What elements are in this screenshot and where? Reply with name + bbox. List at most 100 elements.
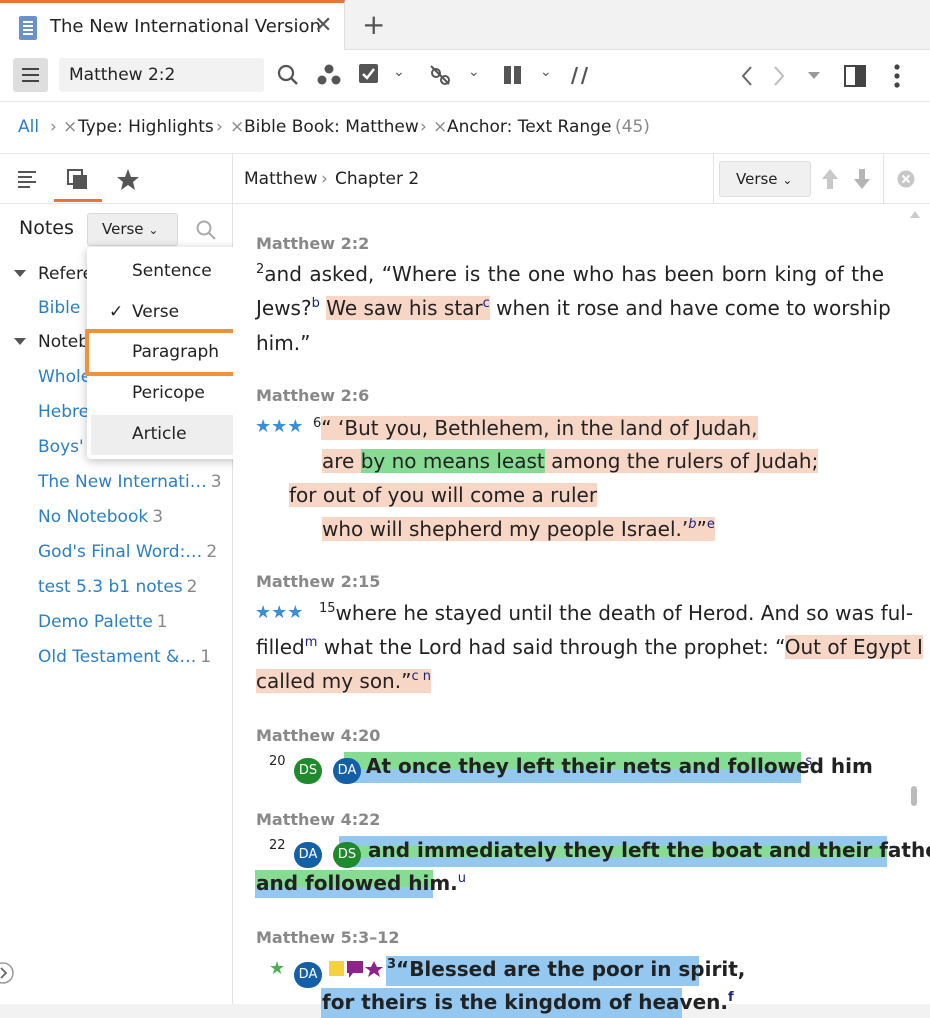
verse-text: 2and asked, “Where is the one who has be… (256, 262, 884, 286)
expand-panel-icon[interactable] (0, 962, 14, 984)
verse-text: Jews?b We saw his starc when it rose and… (256, 296, 891, 320)
chevron-down-icon[interactable]: ⌄ (540, 64, 552, 80)
tree-item-bible[interactable]: Bible (38, 298, 80, 318)
interlinear-icon[interactable] (428, 63, 454, 87)
verse-text: At once they left their nets and followe… (366, 754, 873, 778)
rating-star-icon[interactable]: ★ (269, 958, 285, 979)
tab-bible[interactable]: The New International Version ✕ (0, 0, 345, 51)
back-icon[interactable] (740, 65, 754, 87)
main-content: Matthew › Chapter 2 Verse ⌄ Matthew 2:2 … (233, 154, 930, 1018)
verse-number: 20 (269, 754, 286, 769)
arrow-down-icon[interactable] (853, 168, 871, 190)
filter-all-link[interactable]: All (18, 117, 39, 137)
avatar[interactable]: DS (333, 842, 361, 868)
breadcrumb-separator: › (420, 117, 427, 137)
checkmark-icon: ✓ (109, 302, 124, 322)
checklist-icon[interactable] (358, 63, 380, 85)
visual-filter-icon[interactable] (317, 64, 341, 86)
avatar[interactable]: DA (294, 962, 322, 988)
verse-granularity-dropdown[interactable]: Verse ⌄ (719, 161, 811, 197)
tree-item-references[interactable]: Refere (38, 264, 93, 284)
tree-item-notebook[interactable]: test 5.3 b1 notes 2 (38, 577, 198, 597)
close-icon[interactable]: ✕ (314, 13, 332, 38)
rating-stars-icon[interactable]: ★★★ (255, 416, 303, 437)
verse-text: .s (799, 754, 813, 778)
panel-layout-icon[interactable] (844, 65, 866, 87)
granularity-value: Verse (102, 220, 144, 238)
verse-text: and immediately they left the boat and t… (368, 838, 930, 862)
chevron-down-icon[interactable]: ⌄ (393, 64, 405, 80)
arrow-up-icon[interactable] (821, 168, 839, 190)
menu-item-article[interactable]: Article (132, 424, 187, 444)
history-dropdown-icon[interactable] (808, 72, 820, 80)
filter-bar: All › × Type: Highlights › × Bible Book:… (0, 102, 930, 154)
verse-text: 6“ ‘But you, Bethlehem, in the land of J… (313, 416, 758, 440)
chevron-down-icon: ⌄ (782, 173, 793, 187)
active-tab-indicator (54, 199, 102, 202)
tree-item-notebook[interactable]: Demo Palette 1 (38, 612, 168, 632)
scroll-up-icon[interactable] (910, 211, 920, 218)
verse-text: 15where he stayed until the death of Her… (319, 601, 914, 625)
remove-filter-icon[interactable]: × (433, 117, 447, 137)
verse-text: who will shepherd my people Israel.’b”e (322, 517, 715, 541)
crumb-chapter[interactable]: Chapter 2 (335, 169, 419, 189)
chevron-down-icon[interactable]: ⌄ (468, 64, 480, 80)
content-breadcrumb: Matthew › Chapter 2 Verse ⌄ (233, 154, 930, 204)
search-icon[interactable] (196, 220, 216, 240)
verse-number: 22 (269, 838, 286, 853)
tree-item-notebook[interactable]: God's Final Word:… 2 (38, 542, 217, 562)
remove-filter-icon[interactable]: × (230, 117, 244, 137)
more-options-icon[interactable] (893, 63, 901, 89)
hamburger-menu-icon[interactable] (13, 58, 48, 92)
crumb-book[interactable]: Matthew (244, 169, 318, 189)
forward-icon[interactable] (772, 65, 786, 87)
parallel-icon[interactable] (503, 65, 523, 85)
verse-heading[interactable]: Matthew 4:20 (256, 726, 380, 745)
verse-heading[interactable]: Matthew 2:6 (256, 386, 369, 405)
tree-item-notebook[interactable]: Whole (38, 367, 91, 387)
verse-text: him.” (256, 331, 311, 355)
tree-item-notebook[interactable]: No Notebook 3 (38, 507, 163, 527)
tree-item-notebook[interactable]: Old Testament &… 1 (38, 647, 211, 667)
list-icon[interactable] (18, 170, 38, 188)
new-tab-button[interactable]: + (362, 8, 385, 41)
chevron-down-icon: ⌄ (148, 223, 159, 237)
result-count: (45) (615, 117, 650, 137)
granularity-dropdown[interactable]: Verse ⌄ (87, 213, 178, 246)
verse-text: are by no means least among the rulers o… (322, 449, 819, 473)
reference-input[interactable]: Matthew 2:2 (59, 58, 264, 92)
collapse-triangle-icon[interactable] (14, 270, 26, 278)
tree-item-notebook[interactable]: The New Internati… 3 (38, 472, 222, 492)
rating-stars-icon[interactable]: ★★★ (255, 602, 303, 623)
collapse-triangle-icon[interactable] (14, 338, 26, 346)
favorites-star-icon[interactable] (116, 168, 140, 191)
tree-item-notebooks[interactable]: Noteb (38, 332, 89, 352)
remove-filter-icon[interactable]: × (63, 117, 77, 137)
tab-title: The New International Version (50, 16, 321, 37)
filter-anchor[interactable]: Anchor: Text Range (447, 117, 611, 137)
verse-heading[interactable]: Matthew 2:15 (256, 572, 380, 591)
menu-item-sentence[interactable]: Sentence (132, 261, 212, 281)
crumb-separator: › (321, 169, 328, 189)
book-icon (19, 16, 37, 40)
close-panel-icon[interactable] (897, 170, 915, 188)
notes-stack-icon[interactable] (67, 169, 89, 191)
toolbar: Matthew 2:2 ⌄ ⌄ ⌄ (0, 50, 930, 102)
verse-heading[interactable]: Matthew 4:22 (256, 810, 380, 829)
sync-link-icon[interactable] (570, 65, 590, 85)
verse-heading[interactable]: Matthew 2:2 (256, 234, 369, 253)
scrollbar-thumb[interactable] (911, 786, 917, 806)
breadcrumb-separator: › (50, 117, 57, 137)
tree-item-notebook[interactable]: Hebre (38, 402, 89, 422)
avatar[interactable]: DA (333, 758, 361, 784)
filter-book[interactable]: Bible Book: Matthew (244, 117, 419, 137)
menu-item-pericope[interactable]: Pericope (132, 383, 205, 403)
avatar[interactable]: DS (294, 758, 322, 784)
avatar[interactable]: DA (294, 842, 322, 868)
menu-item-verse[interactable]: Verse (132, 302, 179, 322)
note-flags-icon[interactable] (329, 959, 385, 981)
filter-type[interactable]: Type: Highlights (78, 117, 214, 137)
verse-heading[interactable]: Matthew 5:3–12 (256, 928, 400, 947)
search-icon[interactable] (277, 64, 299, 86)
tree-item-notebook[interactable]: Boys' (38, 437, 84, 457)
